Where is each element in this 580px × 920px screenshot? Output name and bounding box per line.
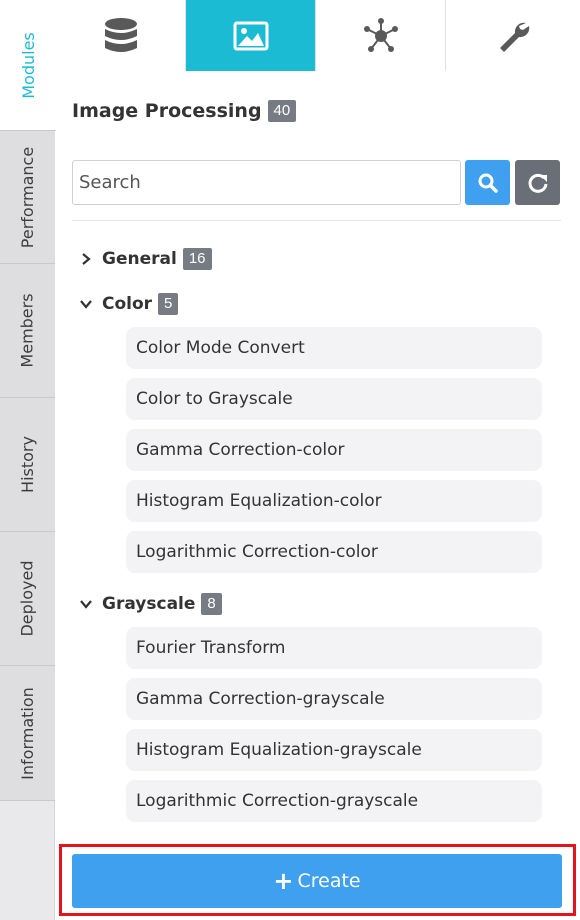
database-icon — [104, 17, 137, 52]
network-icon — [363, 17, 398, 52]
tree-group-label: General — [102, 249, 177, 269]
side-tab-label: Modules — [18, 31, 38, 99]
side-tab-label: Deployed — [18, 560, 37, 637]
create-button[interactable]: + Create — [72, 854, 562, 908]
module-item[interactable]: Gamma Correction-color — [126, 429, 542, 471]
tree-group-grayscale[interactable]: Grayscale 8 — [78, 593, 222, 615]
create-button-label: Create — [297, 870, 361, 892]
side-tab-modules[interactable]: Modules — [0, 0, 56, 131]
count-badge: 40 — [267, 100, 297, 122]
chevron-right-icon — [78, 251, 94, 267]
module-item[interactable]: Logarithmic Correction-color — [126, 531, 542, 573]
chevron-down-icon — [78, 596, 94, 612]
tree-group-general[interactable]: General 16 — [78, 248, 212, 270]
tab-database[interactable] — [56, 0, 186, 71]
divider — [72, 220, 561, 221]
module-item[interactable]: Color Mode Convert — [126, 327, 542, 369]
module-item[interactable]: Logarithmic Correction-grayscale — [126, 780, 542, 822]
wrench-icon — [500, 22, 530, 52]
search-input[interactable] — [72, 160, 461, 205]
page-title: Image Processing — [72, 100, 262, 122]
module-item[interactable]: Histogram Equalization-color — [126, 480, 542, 522]
chevron-down-icon — [78, 296, 94, 312]
side-tab-members[interactable]: Members — [0, 264, 55, 398]
side-tab-information[interactable]: Information — [0, 666, 55, 801]
side-tab-performance[interactable]: Performance — [0, 131, 55, 264]
side-tab-label: Members — [18, 293, 37, 368]
tab-image[interactable] — [186, 0, 316, 71]
side-tab-bar: Modules Performance Members History Depl… — [0, 0, 56, 920]
count-badge: 5 — [158, 293, 179, 315]
side-tab-label: Performance — [18, 146, 38, 248]
module-item[interactable]: Color to Grayscale — [126, 378, 542, 420]
image-icon — [233, 21, 268, 50]
tree-group-label: Color — [102, 294, 153, 314]
refresh-button[interactable] — [515, 160, 560, 205]
count-badge: 16 — [182, 248, 212, 270]
search-button[interactable] — [465, 160, 510, 205]
refresh-icon — [528, 173, 547, 193]
side-tab-label: Information — [18, 686, 37, 780]
side-tab-label: History — [18, 436, 38, 493]
side-tab-history[interactable]: History — [0, 398, 55, 532]
category-tab-bar — [56, 0, 580, 71]
search-icon — [478, 173, 498, 193]
module-item[interactable]: Fourier Transform — [126, 627, 542, 669]
side-tab-deployed[interactable]: Deployed — [0, 532, 55, 666]
count-badge: 8 — [201, 593, 222, 615]
tree-group-label: Grayscale — [102, 594, 196, 614]
module-item[interactable]: Gamma Correction-grayscale — [126, 678, 542, 720]
tree-group-color[interactable]: Color 5 — [78, 293, 179, 315]
tab-network[interactable] — [316, 0, 446, 71]
tab-tools[interactable] — [446, 0, 580, 71]
module-item[interactable]: Histogram Equalization-grayscale — [126, 729, 542, 771]
panel-heading: Image Processing 40 — [72, 100, 297, 122]
plus-icon: + — [273, 867, 294, 895]
